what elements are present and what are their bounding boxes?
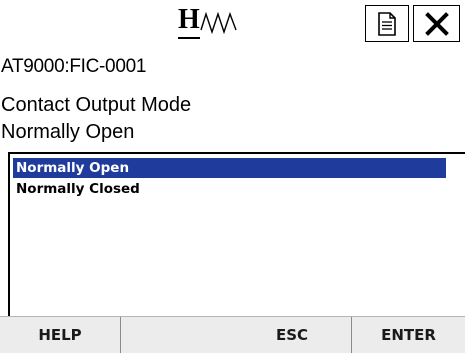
- esc-button[interactable]: ESC: [233, 317, 351, 353]
- hart-logo: H: [178, 6, 240, 40]
- close-button[interactable]: [413, 5, 460, 42]
- parameter-label: Contact Output Mode: [1, 94, 192, 116]
- options-list: Normally Open Normally Closed: [8, 152, 465, 316]
- device-tag: AT9000:FIC-0001: [1, 56, 147, 77]
- help-button[interactable]: HELP: [0, 317, 120, 353]
- logo-underline: [178, 37, 200, 39]
- document-button[interactable]: [365, 5, 409, 42]
- parameter-current-value: Normally Open: [1, 121, 135, 143]
- logo-letter: H: [178, 4, 200, 35]
- header-bar: H: [0, 0, 465, 50]
- close-icon: [424, 11, 449, 36]
- list-item-normally-closed[interactable]: Normally Closed: [13, 179, 140, 199]
- document-icon: [378, 11, 396, 36]
- bottom-toolbar: HELP ESC ENTER: [0, 316, 465, 353]
- logo-wave-icon: [200, 11, 237, 35]
- enter-button[interactable]: ENTER: [351, 317, 465, 353]
- blank-softkey[interactable]: [120, 317, 233, 353]
- hart-communicator-screen: H AT9000:FIC-0001 Contact Output Mode No…: [0, 0, 465, 353]
- list-item-normally-open[interactable]: Normally Open: [13, 158, 446, 178]
